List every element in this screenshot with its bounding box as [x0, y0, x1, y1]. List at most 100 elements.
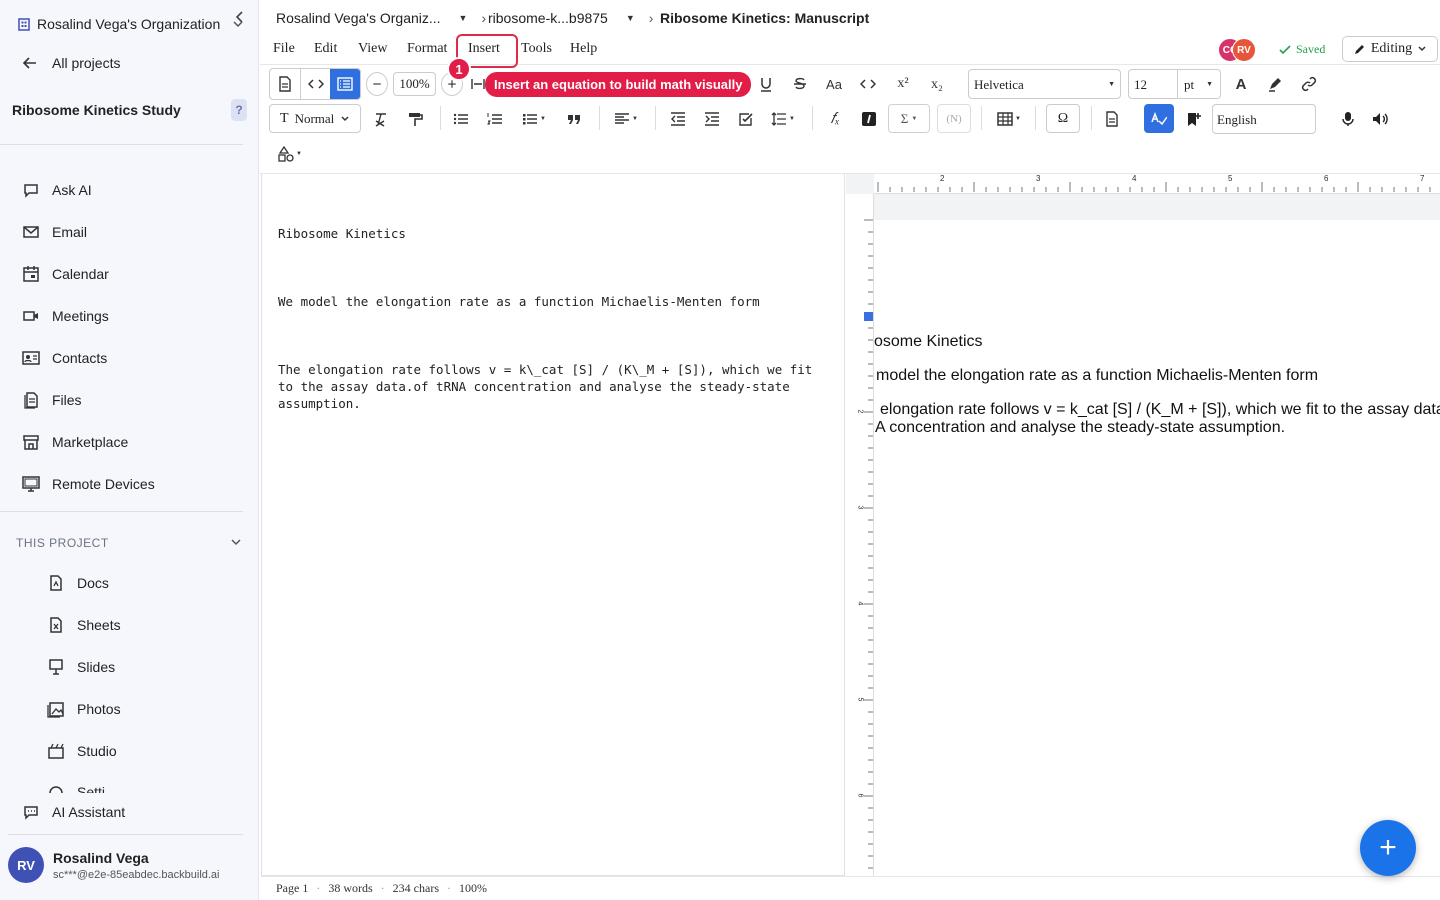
this-project-section[interactable]: THIS PROJECT: [16, 536, 242, 550]
font-family-select[interactable]: Helvetica ▼: [968, 69, 1121, 99]
paragraph-style-select[interactable]: T Normal: [269, 104, 361, 133]
project-item-sheets[interactable]: Sheets: [47, 616, 121, 634]
add-fab-button[interactable]: +: [1360, 820, 1416, 876]
spellcheck-button[interactable]: [1144, 104, 1174, 133]
doc-view-button[interactable]: [270, 69, 300, 99]
help-button[interactable]: ?: [231, 99, 247, 121]
align-dropdown[interactable]: ▼: [611, 109, 641, 129]
arrow-left-icon: [22, 57, 36, 69]
superscript-button[interactable]: x²: [892, 74, 914, 94]
function-button[interactable]: 𝑓ₓ: [824, 109, 846, 129]
inline-code-button[interactable]: [858, 74, 878, 94]
ruler-number: 3: [1036, 174, 1041, 183]
all-projects-link[interactable]: All projects: [22, 55, 120, 71]
nav-contacts[interactable]: Contacts: [22, 349, 107, 367]
page-count: Page 1: [276, 881, 309, 895]
nav-email[interactable]: Email: [22, 223, 87, 241]
preview-line: model the elongation rate as a function …: [876, 367, 1319, 384]
text-style-icon: T: [280, 110, 289, 126]
ai-assistant-link[interactable]: AI Assistant: [22, 803, 125, 821]
format-painter-button[interactable]: [405, 109, 425, 129]
caret-down-icon: ▼: [1206, 80, 1213, 88]
project-item-settings[interactable]: Setti: [47, 784, 105, 793]
chat-icon: [24, 806, 38, 820]
clear-format-icon: [375, 113, 386, 127]
document-preview[interactable]: 2 3 4 5 6 7 2 3 4 5 6 osome Kinetics mod…: [846, 174, 1440, 876]
save-status: Saved: [1279, 42, 1325, 57]
bullet-list-button[interactable]: [451, 109, 471, 129]
font-size-select[interactable]: 12 pt ▼: [1128, 69, 1221, 99]
shapes-dropdown[interactable]: ▼: [277, 145, 303, 163]
divider: [1035, 106, 1036, 130]
slides-icon: [49, 659, 63, 675]
nav-marketplace[interactable]: Marketplace: [22, 433, 128, 451]
highlight-button[interactable]: [1265, 74, 1285, 94]
dictation-button[interactable]: [1338, 109, 1358, 129]
menu-file[interactable]: File: [273, 41, 295, 57]
breadcrumb-project[interactable]: ribosome-k...b9875 ▼ ›: [488, 10, 653, 26]
menu-view[interactable]: View: [358, 41, 387, 57]
sigma-dropdown[interactable]: Σ ▼: [888, 104, 930, 133]
nav-meetings[interactable]: Meetings: [22, 307, 109, 325]
vruler-ticks: [864, 219, 873, 869]
language-select[interactable]: English: [1212, 104, 1316, 134]
page-setup-button[interactable]: [1102, 109, 1122, 129]
zoom-out-button[interactable]: [366, 72, 388, 96]
nav-calendar[interactable]: Calendar: [22, 265, 109, 283]
project-item-docs[interactable]: Docs: [47, 574, 109, 592]
project-item-photos[interactable]: Photos: [47, 700, 121, 718]
equation-button[interactable]: [859, 109, 879, 129]
font-size-value[interactable]: 12: [1134, 77, 1147, 93]
page[interactable]: osome Kinetics model the elongation rate…: [874, 220, 1440, 876]
doc-icon: [50, 575, 62, 591]
project-item-studio[interactable]: Studio: [47, 742, 117, 760]
source-editor[interactable]: Ribosome Kinetics We model the elongatio…: [261, 174, 845, 876]
menu-tools[interactable]: Tools: [521, 41, 552, 57]
calendar-icon: [23, 266, 39, 282]
split-view-button[interactable]: [330, 69, 360, 99]
collaborator-avatar: RV: [1232, 38, 1256, 62]
change-case-button[interactable]: Aa: [822, 74, 846, 94]
table-dropdown[interactable]: ▼: [994, 109, 1024, 129]
subscript-button[interactable]: x₂: [926, 75, 948, 95]
check-icon: [1279, 44, 1291, 54]
strikethrough-button[interactable]: [790, 74, 810, 94]
numbered-list-button[interactable]: [485, 109, 505, 129]
underline-button[interactable]: [756, 74, 776, 94]
breadcrumb-org[interactable]: Rosalind Vega's Organiz... ▼ ›: [276, 10, 486, 26]
checklist-button[interactable]: [736, 109, 756, 129]
project-item-label: Setti: [77, 784, 106, 793]
blockquote-button[interactable]: [564, 109, 584, 129]
outdent-button[interactable]: [668, 109, 688, 129]
numbering-button[interactable]: (N): [937, 104, 971, 133]
margin-marker[interactable]: [864, 312, 873, 321]
caret-down-icon: ▼: [296, 151, 302, 157]
line-spacing-dropdown[interactable]: ▼: [768, 109, 798, 129]
mail-icon: [23, 226, 39, 238]
dictionary-button[interactable]: [1184, 109, 1204, 129]
divider: [812, 106, 813, 130]
collapse-sidebar-button[interactable]: [233, 10, 247, 24]
menu-edit[interactable]: Edit: [314, 41, 337, 57]
menu-format[interactable]: Format: [407, 41, 447, 57]
special-char-button[interactable]: Ω: [1046, 104, 1080, 133]
nav-files[interactable]: Files: [22, 391, 82, 409]
clear-format-button[interactable]: [371, 109, 391, 129]
fit-width-button[interactable]: [470, 74, 486, 94]
menu-help[interactable]: Help: [570, 41, 597, 57]
org-switcher[interactable]: Rosalind Vega's Organization: [17, 16, 244, 32]
nav-ask-ai[interactable]: Ask AI: [22, 181, 92, 199]
nav-remote-devices[interactable]: Remote Devices: [22, 475, 155, 493]
project-item-slides[interactable]: Slides: [47, 658, 115, 676]
doc-icon: [279, 76, 291, 92]
indent-button[interactable]: [702, 109, 722, 129]
zoom-input[interactable]: 100%: [393, 72, 436, 96]
minus-icon: [373, 83, 381, 85]
user-profile[interactable]: RV Rosalind Vega sc***@e2e-85eabdec.back…: [8, 847, 220, 883]
font-color-button[interactable]: A: [1231, 74, 1251, 94]
link-button[interactable]: [1299, 74, 1319, 94]
editing-mode-dropdown[interactable]: Editing: [1342, 36, 1438, 62]
list-style-dropdown[interactable]: ▼: [519, 109, 549, 129]
read-aloud-button[interactable]: [1370, 109, 1390, 129]
code-view-button[interactable]: [300, 69, 330, 99]
